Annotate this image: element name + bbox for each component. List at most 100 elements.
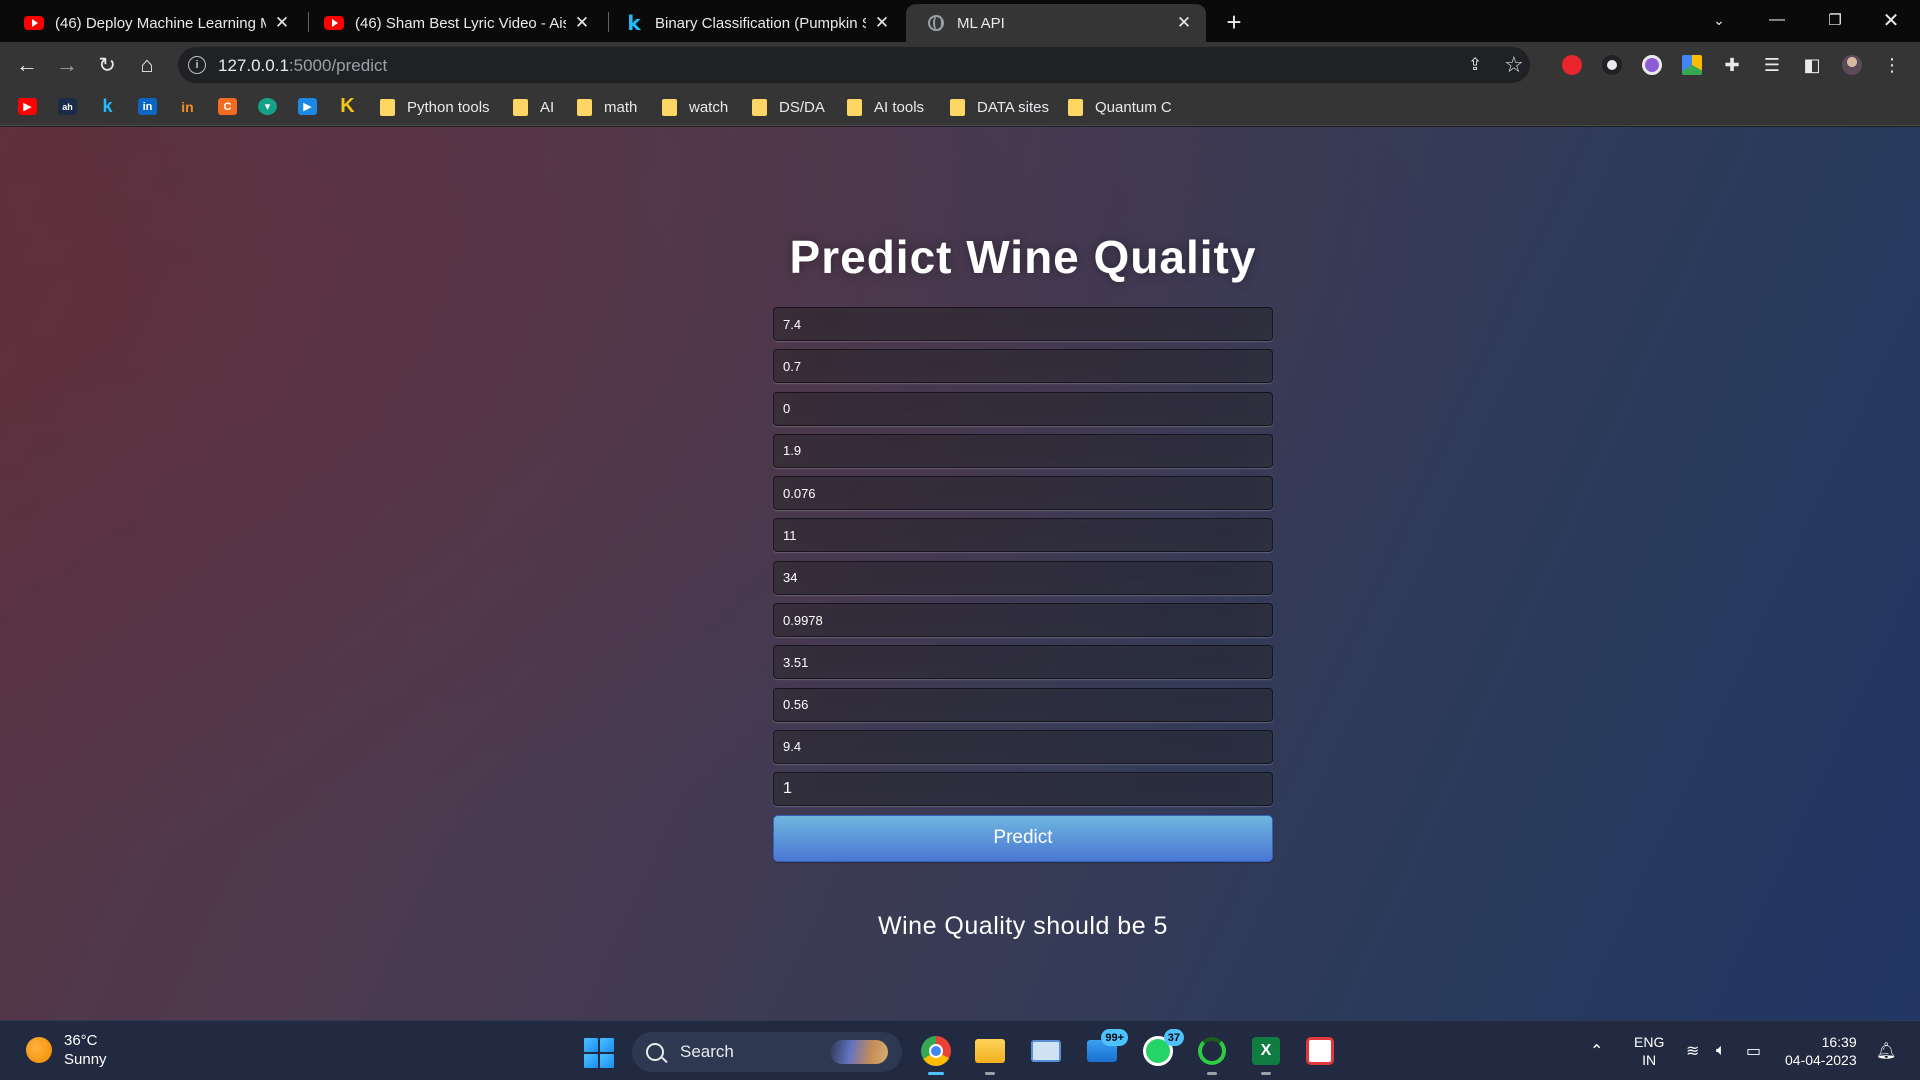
bookmark-folder-label: Python tools [407, 98, 490, 116]
file-explorer-icon[interactable] [972, 1033, 1008, 1075]
share-icon[interactable]: ⇪ [1468, 55, 1488, 75]
mail-badge: 99+ [1101, 1029, 1128, 1046]
tab-ml-api[interactable]: ML API ✕ [906, 4, 1206, 42]
battery-icon[interactable]: ▭ [1746, 1021, 1761, 1080]
back-button[interactable]: ← [10, 48, 44, 82]
close-icon[interactable]: ✕ [872, 13, 892, 33]
photos-app-icon[interactable] [1028, 1033, 1064, 1069]
clock[interactable]: 16:39 04-04-2023 [1785, 1021, 1857, 1080]
folder-icon [380, 98, 395, 116]
extension-adblock-icon[interactable] [1562, 55, 1582, 75]
bookmark-folder[interactable]: AI tools [847, 96, 924, 118]
close-window-button[interactable]: ✕ [1862, 0, 1920, 40]
mail-app-icon[interactable]: 99+ [1084, 1029, 1128, 1069]
bookmark-folder[interactable]: DATA sites [950, 96, 1049, 118]
address-bar[interactable]: i 127.0.0.1:5000/predict ⇪ ☆ [178, 47, 1530, 83]
feature-input-7[interactable] [773, 560, 1273, 595]
wifi-icon[interactable]: ≋ [1686, 1021, 1699, 1080]
snipping-tool-icon[interactable] [1302, 1033, 1338, 1069]
bookmark-site-icon[interactable]: C [218, 98, 237, 115]
profile-avatar[interactable] [1842, 55, 1862, 75]
globe-icon [926, 15, 946, 31]
feature-input-3[interactable] [773, 391, 1273, 426]
browser-toolbar: ← → ↻ ⌂ i 127.0.0.1:5000/predict ⇪ ☆ ✚ ☰… [0, 42, 1920, 88]
bookmark-folder-label: AI [540, 98, 555, 116]
feature-input-8[interactable] [773, 603, 1273, 638]
site-info-icon[interactable]: i [188, 56, 206, 74]
feature-input-5[interactable] [773, 476, 1273, 511]
folder-icon [662, 98, 677, 116]
tab-binary-classification[interactable]: k Binary Classification (Pumpkin Se ✕ [604, 4, 904, 42]
taskbar: 36°C Sunny Search 99+ 37 X ⌃ ENG IN ≋ 🔈︎… [0, 1020, 1920, 1080]
bookmark-folder[interactable]: Quantum C [1068, 96, 1172, 118]
tab-search-icon[interactable]: ⌄ [1690, 0, 1748, 40]
whatsapp-icon[interactable]: 37 [1140, 1029, 1184, 1069]
url-host: 127.0.0.1 [218, 56, 289, 75]
close-icon[interactable]: ✕ [272, 13, 292, 33]
bookmark-site-icon[interactable]: ▶ [298, 98, 317, 115]
youtube-bookmark-icon[interactable]: ▶ [18, 98, 37, 115]
new-tab-button[interactable]: + [1220, 7, 1248, 37]
windows-start-icon[interactable] [584, 1038, 614, 1068]
bookmark-site-icon[interactable]: ah [58, 98, 77, 115]
volume-icon[interactable]: 🔈︎ [1716, 1021, 1726, 1080]
forward-button[interactable]: → [50, 48, 84, 82]
extension-link-icon[interactable] [1602, 55, 1622, 75]
home-button[interactable]: ⌂ [130, 48, 164, 82]
page-title: Predict Wine Quality [789, 231, 1257, 283]
loading-ring-app-icon[interactable] [1194, 1033, 1230, 1075]
feature-input-9[interactable] [773, 645, 1273, 680]
menu-kebab-icon[interactable]: ⋮ [1882, 55, 1902, 75]
predict-button[interactable]: Predict [773, 814, 1273, 862]
excel-icon[interactable]: X [1248, 1033, 1284, 1075]
clock-date: 04-04-2023 [1785, 1052, 1857, 1068]
feature-input-12[interactable] [773, 772, 1273, 807]
google-drive-icon[interactable] [1682, 55, 1702, 75]
weather-widget[interactable]: 36°C Sunny [26, 1031, 107, 1069]
bookmark-folder-label: AI tools [874, 98, 925, 116]
folder-icon [752, 98, 767, 116]
feature-input-6[interactable] [773, 518, 1273, 553]
notification-bell-icon[interactable]: 🔔︎ [1876, 1021, 1896, 1080]
bookmark-site-icon[interactable]: K [338, 95, 357, 117]
bookmark-site-icon[interactable]: in [178, 98, 197, 115]
restore-button[interactable]: ❐ [1806, 0, 1864, 40]
media-control-icon[interactable]: ☰ [1762, 55, 1782, 75]
feature-input-1[interactable] [773, 307, 1273, 341]
url-text[interactable]: 127.0.0.1:5000/predict [218, 56, 387, 76]
feature-input-4[interactable] [773, 433, 1273, 468]
tab-title: ML API [957, 14, 1005, 32]
prediction-result: Wine Quality should be 5 [878, 911, 1168, 940]
bookmark-folder[interactable]: math [577, 96, 637, 118]
bookmark-star-icon[interactable]: ☆ [1504, 52, 1524, 78]
language-code: ENG [1634, 1034, 1665, 1050]
chrome-taskbar-icon[interactable] [918, 1033, 954, 1075]
extensions-puzzle-icon[interactable]: ✚ [1722, 55, 1742, 75]
taskbar-search[interactable]: Search [632, 1032, 902, 1072]
extension-block-icon[interactable] [1642, 55, 1662, 75]
close-icon[interactable]: ✕ [572, 13, 592, 33]
prediction-form: Predict Wine Quality Predict Wine Qualit… [773, 230, 1273, 941]
linkedin-bookmark-icon[interactable]: in [138, 98, 157, 115]
search-highlight-art [830, 1040, 888, 1064]
bookmark-folder[interactable]: AI [513, 96, 554, 118]
tab-title: (46) Sham Best Lyric Video - Aish [355, 14, 566, 32]
bookmark-folder[interactable]: watch [662, 96, 728, 118]
close-icon[interactable]: ✕ [1174, 13, 1194, 33]
minimize-button[interactable]: — [1748, 0, 1806, 40]
kaggle-bookmark-icon[interactable]: k [98, 96, 117, 116]
bookmark-site-icon[interactable]: ▾ [258, 98, 277, 115]
reload-button[interactable]: ↻ [90, 48, 124, 82]
tray-overflow-chevron-icon[interactable]: ⌃ [1590, 1021, 1603, 1080]
bookmark-folder[interactable]: Python tools [380, 96, 490, 118]
language-region: IN [1642, 1052, 1657, 1068]
feature-input-10[interactable] [773, 687, 1273, 722]
feature-input-2[interactable] [773, 349, 1273, 384]
feature-input-11[interactable] [773, 729, 1273, 764]
language-indicator[interactable]: ENG IN [1634, 1021, 1664, 1080]
tab-deploy-ml[interactable]: (46) Deploy Machine Learning M ✕ [4, 4, 304, 42]
side-panel-icon[interactable]: ◧ [1802, 55, 1822, 75]
tab-sham-lyric[interactable]: (46) Sham Best Lyric Video - Aish ✕ [304, 4, 604, 42]
bookmark-folder[interactable]: DS/DA [752, 96, 825, 118]
weather-description: Sunny [64, 1051, 107, 1068]
